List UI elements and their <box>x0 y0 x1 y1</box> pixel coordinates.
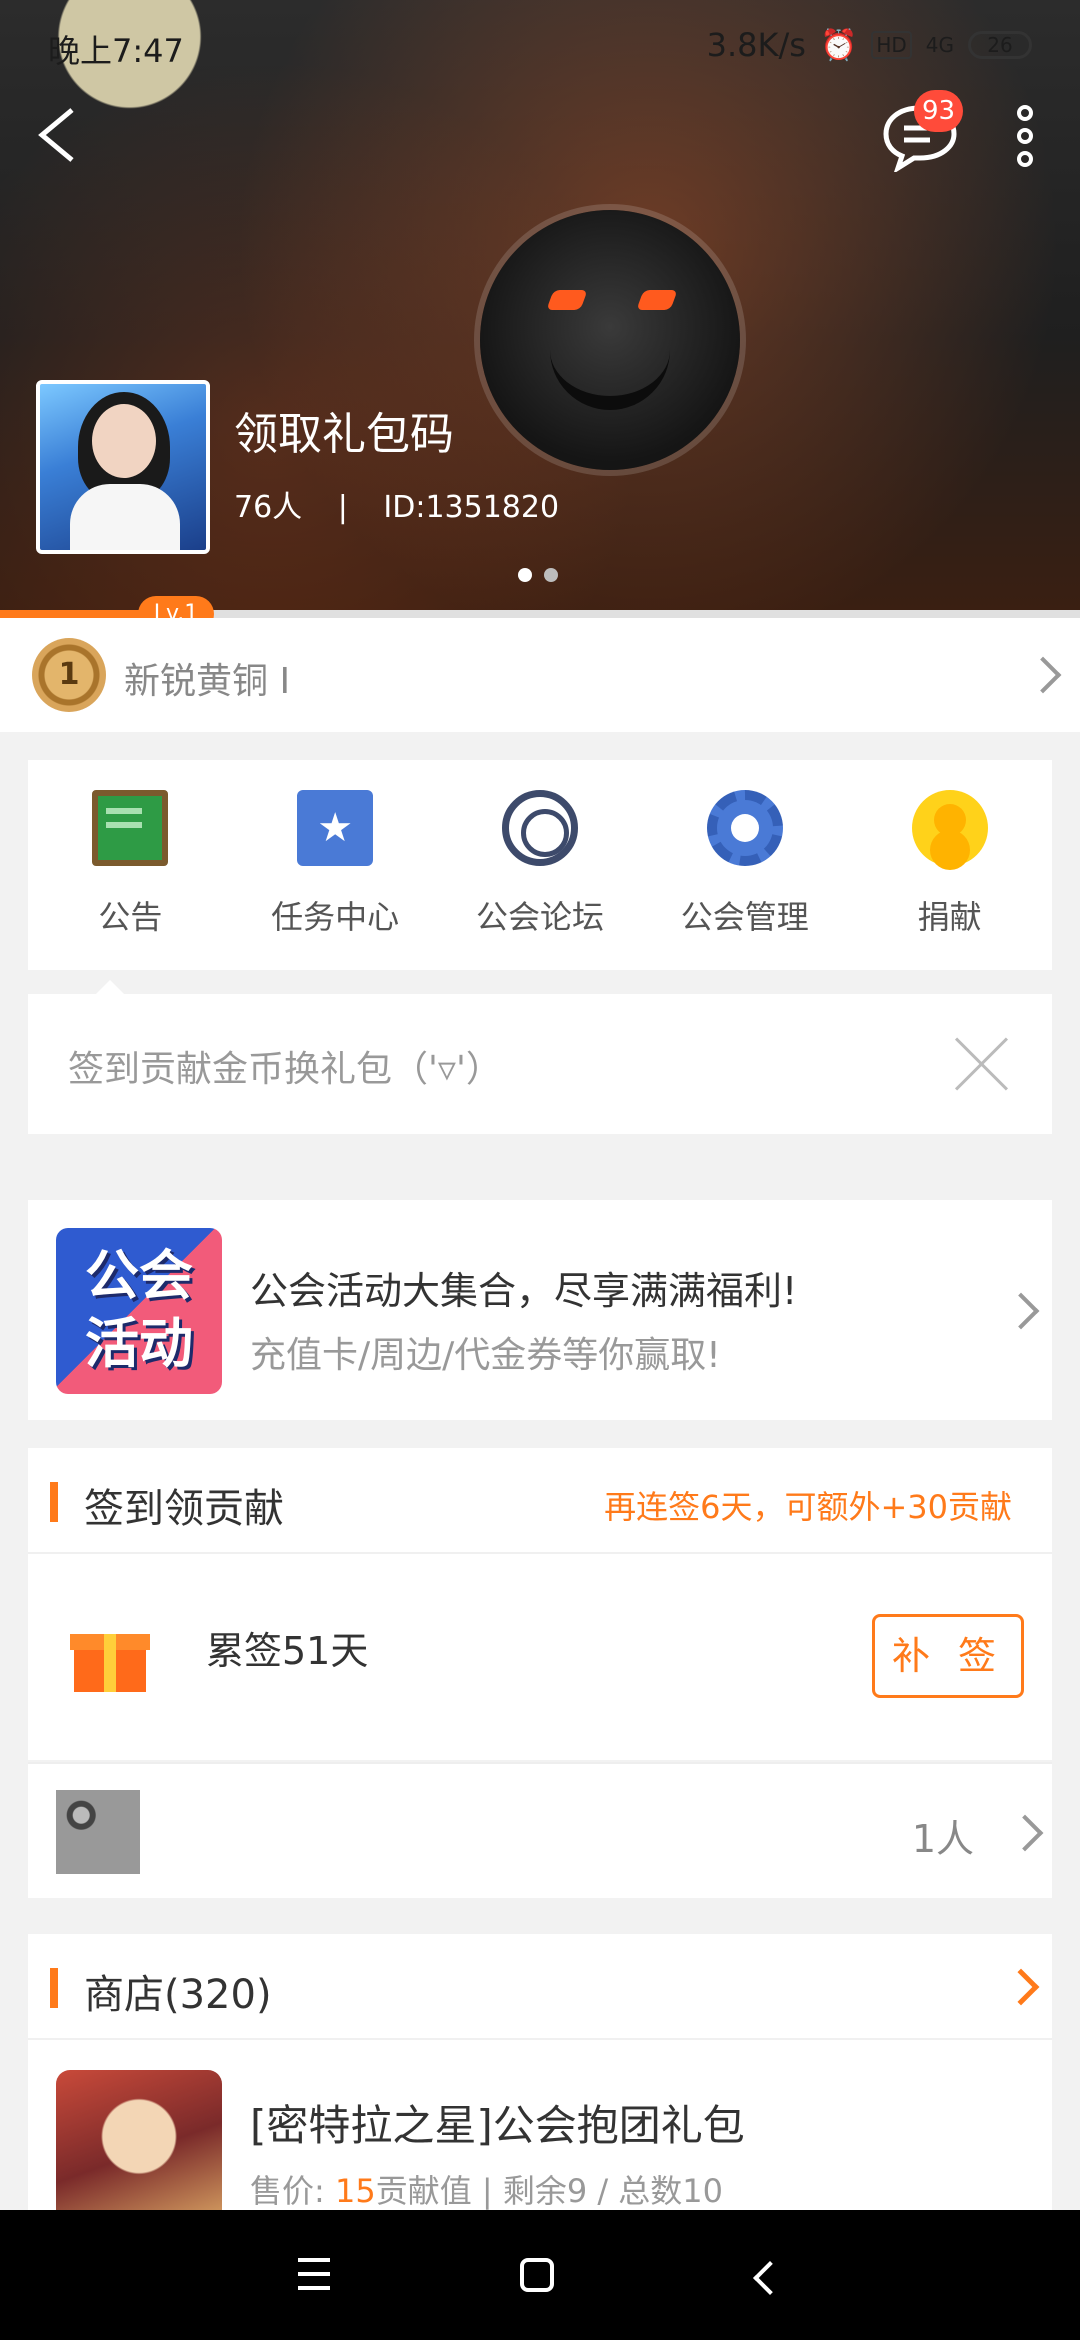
store-item-image <box>56 2070 222 2210</box>
notice-text: 签到贡献金币换礼包（'▿'） <box>68 1049 502 1090</box>
forum-icon <box>501 790 578 866</box>
guild-page: 晚上7:47 3.8K/s ⏰ HD 4G 26 93 领取礼包码 76人 | … <box>0 0 1080 2340</box>
menu-item-donate[interactable]: 捐献 <box>855 790 1045 970</box>
guild-meta: 76人 | ID:1351820 <box>234 482 559 526</box>
more-dot-icon <box>1017 151 1033 167</box>
chevron-right-icon <box>1002 1968 1040 2006</box>
net-speed: 3.8K/s <box>706 26 806 64</box>
gift-icon <box>70 1620 150 1692</box>
meta-separator: | <box>337 490 348 525</box>
guild-menu: 公告 ★ 任务中心 公会论坛 公会管理 捐献 <box>28 760 1052 970</box>
pager-dot <box>544 568 558 582</box>
rank-row[interactable]: 1 新锐黄铜 I <box>0 618 1080 732</box>
signin-section: 签到领贡献 再连签6天，可额外+30贡献 累签51天 补 签 <box>28 1448 1052 1760</box>
signin-header: 签到领贡献 再连签6天，可额外+30贡献 <box>28 1448 1052 1554</box>
signin-member-count: 1人 <box>911 1817 974 1861</box>
store-item-name: [密特拉之星]公会抱团礼包 <box>250 2101 745 2150</box>
menu-label: 公会论坛 <box>475 898 604 936</box>
store-title: 商店(320) <box>84 1972 272 2018</box>
menu-label: 捐献 <box>917 898 982 936</box>
chevron-right-icon <box>1024 656 1062 694</box>
notice-pointer <box>96 980 124 994</box>
character-eye <box>546 290 588 310</box>
banner-character <box>480 210 740 470</box>
activity-subtitle: 充值卡/周边/代金券等你赢取! <box>250 1335 721 1376</box>
status-time: 晚上7:47 <box>48 32 184 70</box>
store-item-price: 15 <box>334 2172 376 2210</box>
guild-name: 领取礼包码 <box>234 409 454 460</box>
member-avatar <box>56 1790 140 1874</box>
menu-label: 公告 <box>98 898 163 936</box>
gear-icon <box>706 790 783 866</box>
signin-days: 累签51天 <box>206 1629 369 1673</box>
hd-icon: HD <box>871 31 912 59</box>
home-icon[interactable] <box>520 2258 554 2292</box>
status-bar: 晚上7:47 3.8K/s ⏰ HD 4G 26 <box>0 0 1080 90</box>
menu-label: 任务中心 <box>271 898 400 936</box>
donate-icon <box>911 790 988 866</box>
rank-label: 新锐黄铜 I <box>124 661 291 702</box>
store-section[interactable]: 商店(320) <box>28 1934 1052 2040</box>
close-icon[interactable] <box>952 1034 1012 1094</box>
bulletin-board-icon <box>92 790 169 866</box>
more-dot-icon <box>1017 105 1033 121</box>
character-eye <box>636 290 678 310</box>
alarm-icon: ⏰ <box>819 27 858 63</box>
bronze-medal-icon: 1 <box>32 638 106 712</box>
menu-item-announcement[interactable]: 公告 <box>35 790 225 970</box>
signal-icon: 4G <box>925 33 954 57</box>
status-icons: 3.8K/s ⏰ HD 4G 26 <box>707 26 1032 64</box>
message-badge: 93 <box>914 90 964 132</box>
signin-bonus-hint: 再连签6天，可额外+30贡献 <box>604 1488 1012 1526</box>
store-item[interactable]: [密特拉之星]公会抱团礼包 售价: 15贡献值 | 剩余9 / 总数10 <box>28 2040 1052 2210</box>
store-item-info: 售价: 15贡献值 | 剩余9 / 总数10 <box>250 2172 724 2210</box>
chevron-right-icon <box>1006 1814 1044 1852</box>
guild-avatar[interactable] <box>36 380 210 554</box>
menu-item-task-center[interactable]: ★ 任务中心 <box>240 790 430 970</box>
pager-dot <box>518 568 532 582</box>
menu-item-forum[interactable]: 公会论坛 <box>445 790 635 970</box>
menu-item-management[interactable]: 公会管理 <box>650 790 840 970</box>
banner-pager <box>518 568 558 582</box>
guild-activity-banner[interactable]: 公会 活动 公会活动大集合，尽享满满福利! 充值卡/周边/代金券等你赢取! <box>28 1200 1052 1420</box>
system-navigation-bar <box>0 2210 1080 2340</box>
resign-button[interactable]: 补 签 <box>872 1614 1024 1698</box>
activity-title: 公会活动大集合，尽享满满福利! <box>250 1269 798 1313</box>
chevron-right-icon <box>1002 1292 1040 1330</box>
back-arrow-icon <box>38 108 74 162</box>
task-center-icon: ★ <box>297 790 374 866</box>
menu-icon[interactable] <box>284 2248 344 2304</box>
signin-title: 签到领贡献 <box>84 1486 284 1532</box>
store-header: 商店(320) <box>28 1934 1052 2040</box>
character-mouth <box>550 350 670 410</box>
signin-members-row[interactable]: 1人 <box>28 1762 1052 1898</box>
battery-icon: 26 <box>968 31 1032 59</box>
guild-id: ID:1351820 <box>383 490 560 525</box>
announcement-notice[interactable]: 签到贡献金币换礼包（'▿'） <box>28 994 1052 1134</box>
more-options-button[interactable] <box>1010 105 1040 167</box>
back-button[interactable] <box>30 100 100 170</box>
guild-activity-icon: 公会 活动 <box>56 1228 222 1394</box>
guild-member-count: 76人 <box>234 490 303 525</box>
back-icon[interactable] <box>753 2261 787 2295</box>
more-dot-icon <box>1017 128 1033 144</box>
menu-label: 公会管理 <box>680 898 809 936</box>
signin-body: 累签51天 补 签 <box>28 1554 1052 1760</box>
